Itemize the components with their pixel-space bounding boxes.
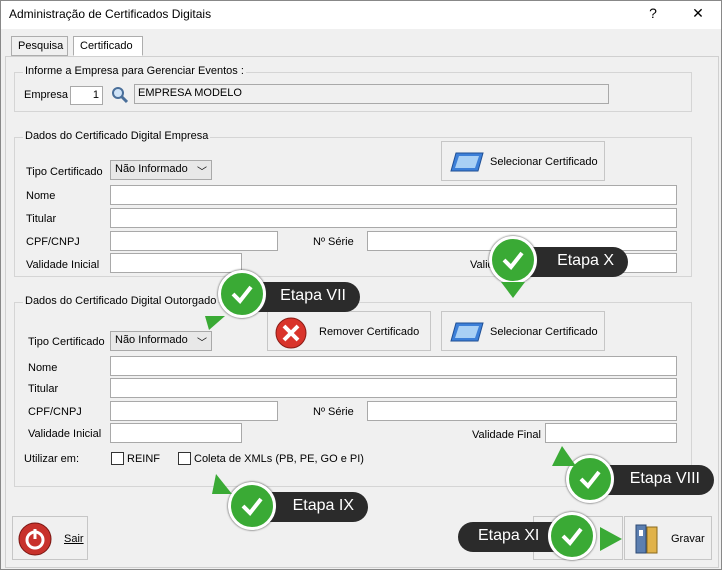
check-circle-icon xyxy=(548,512,596,560)
window-title: Administração de Certificados Digitais xyxy=(9,7,212,21)
coleta-xml-label: Coleta de XMLs (PB, PE, GO e PI) xyxy=(194,453,364,465)
empresa-group: Informe a Empresa para Gerenciar Eventos… xyxy=(14,65,692,112)
empresa-cert-title: Dados do Certificado Digital Empresa xyxy=(23,130,211,142)
annotation-arrow xyxy=(552,446,576,466)
help-button[interactable]: ? xyxy=(638,5,668,21)
outorgado-nome-label: Nome xyxy=(28,362,58,374)
reinf-checkbox[interactable] xyxy=(111,452,124,465)
outorgado-cpf-input[interactable] xyxy=(110,401,278,421)
tab-pesquisa[interactable]: Pesquisa xyxy=(11,36,68,56)
annotation-arrow xyxy=(205,316,225,330)
outorgado-validade-final-input[interactable] xyxy=(545,423,677,443)
gravar-button[interactable]: Gravar xyxy=(624,516,712,560)
empresa-nome-label: Nome xyxy=(26,190,56,202)
outorgado-tipo-select[interactable]: Não Informado ﹀ xyxy=(110,331,212,351)
search-icon[interactable] xyxy=(110,85,130,108)
coleta-xml-checkbox[interactable] xyxy=(178,452,191,465)
check-circle-icon xyxy=(228,482,276,530)
empresa-select-cert-button[interactable]: Selecionar Certificado xyxy=(441,141,605,181)
chevron-down-icon: ﹀ xyxy=(197,167,207,178)
empresa-tipo-label: Tipo Certificado xyxy=(26,166,103,178)
save-binder-icon xyxy=(633,522,663,559)
empresa-tipo-value: Não Informado xyxy=(115,163,188,175)
outorgado-titular-label: Titular xyxy=(28,383,59,395)
tab-certificado[interactable]: Certificado xyxy=(73,36,143,56)
annotation-arrow xyxy=(212,474,232,494)
empresa-group-title: Informe a Empresa para Gerenciar Eventos… xyxy=(23,65,246,77)
empresa-validade-inicial-label: Validade Inicial xyxy=(26,259,100,271)
annotation-arrow xyxy=(600,527,622,551)
outorgado-nome-input[interactable] xyxy=(110,356,677,376)
remove-cert-label: Remover Certificado xyxy=(319,326,420,338)
outorgado-tipo-value: Não Informado xyxy=(115,334,188,346)
gravar-label: Gravar xyxy=(671,533,705,545)
empresa-validade-inicial-input[interactable] xyxy=(110,253,242,273)
empresa-tipo-select[interactable]: Não Informado ﹀ xyxy=(110,160,212,180)
outorgado-tipo-label: Tipo Certificado xyxy=(28,336,105,348)
empresa-nome-input[interactable] xyxy=(110,185,677,205)
sair-button[interactable]: Sair xyxy=(12,516,88,560)
sair-label: Sair xyxy=(64,533,84,545)
outorgado-titular-input[interactable] xyxy=(110,378,677,398)
check-circle-icon xyxy=(218,270,266,318)
empresa-label: Empresa xyxy=(24,89,69,101)
power-icon xyxy=(18,522,52,559)
certificate-icon xyxy=(450,321,484,346)
outorgado-validade-inicial-label: Validade Inicial xyxy=(28,428,102,440)
empresa-code-input[interactable]: 1 xyxy=(70,86,103,105)
outorgado-cpf-label: CPF/CNPJ xyxy=(28,406,82,418)
reinf-label: REINF xyxy=(127,453,160,465)
empresa-name-field: EMPRESA MODELO xyxy=(134,84,609,104)
remove-icon xyxy=(274,316,308,353)
title-bar: Administração de Certificados Digitais ?… xyxy=(1,1,721,29)
empresa-select-cert-label: Selecionar Certificado xyxy=(490,156,598,168)
close-button[interactable]: ✕ xyxy=(683,5,713,22)
empresa-cpf-input[interactable] xyxy=(110,231,278,251)
outorgado-select-cert-label: Selecionar Certificado xyxy=(490,326,598,338)
certificate-icon xyxy=(450,151,484,176)
utilizar-em-label: Utilizar em: xyxy=(24,453,80,465)
outorgado-validade-final-label: Validade Final xyxy=(472,429,541,441)
empresa-titular-input[interactable] xyxy=(110,208,677,228)
outorgado-validade-inicial-input[interactable] xyxy=(110,423,242,443)
empresa-serie-label: Nº Série xyxy=(313,236,354,248)
check-circle-icon xyxy=(489,236,537,284)
outorgado-serie-input[interactable] xyxy=(367,401,677,421)
outorgado-serie-label: Nº Série xyxy=(313,406,354,418)
empresa-titular-label: Titular xyxy=(26,213,57,225)
remove-cert-button[interactable]: Remover Certificado xyxy=(267,311,431,351)
annotation-arrow xyxy=(501,282,525,298)
outorgado-select-cert-button[interactable]: Selecionar Certificado xyxy=(441,311,605,351)
chevron-down-icon: ﹀ xyxy=(197,338,207,349)
empresa-cpf-label: CPF/CNPJ xyxy=(26,236,80,248)
outorgado-cert-title: Dados do Certificado Digital Outorgado xyxy=(23,295,219,307)
